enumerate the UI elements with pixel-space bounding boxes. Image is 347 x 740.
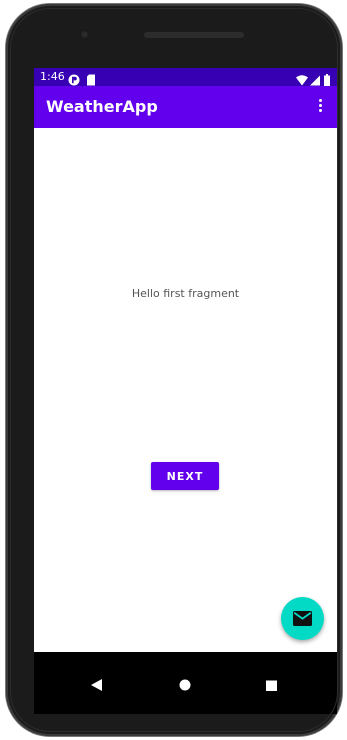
front-camera (80, 30, 89, 39)
status-time: 1:46 (40, 70, 65, 83)
more-vert-icon[interactable] (319, 99, 323, 115)
fragment-message: Hello first fragment (131, 287, 240, 300)
next-button[interactable]: NEXT (151, 462, 219, 490)
email-icon (293, 611, 312, 626)
phone-frame: 1:46 WeatherApp Hello first fragment NEX… (6, 4, 342, 736)
back-icon[interactable] (91, 676, 102, 695)
email-fab-button[interactable] (281, 597, 324, 640)
earpiece-speaker (144, 32, 244, 38)
home-icon[interactable] (179, 676, 191, 695)
recents-icon[interactable] (266, 676, 277, 695)
device-screen: 1:46 WeatherApp Hello first fragment NEX… (34, 68, 337, 714)
navigation-bar (34, 652, 337, 714)
status-bar: 1:46 (34, 68, 337, 86)
app-title: WeatherApp (46, 97, 158, 116)
app-bar: WeatherApp (34, 86, 337, 128)
